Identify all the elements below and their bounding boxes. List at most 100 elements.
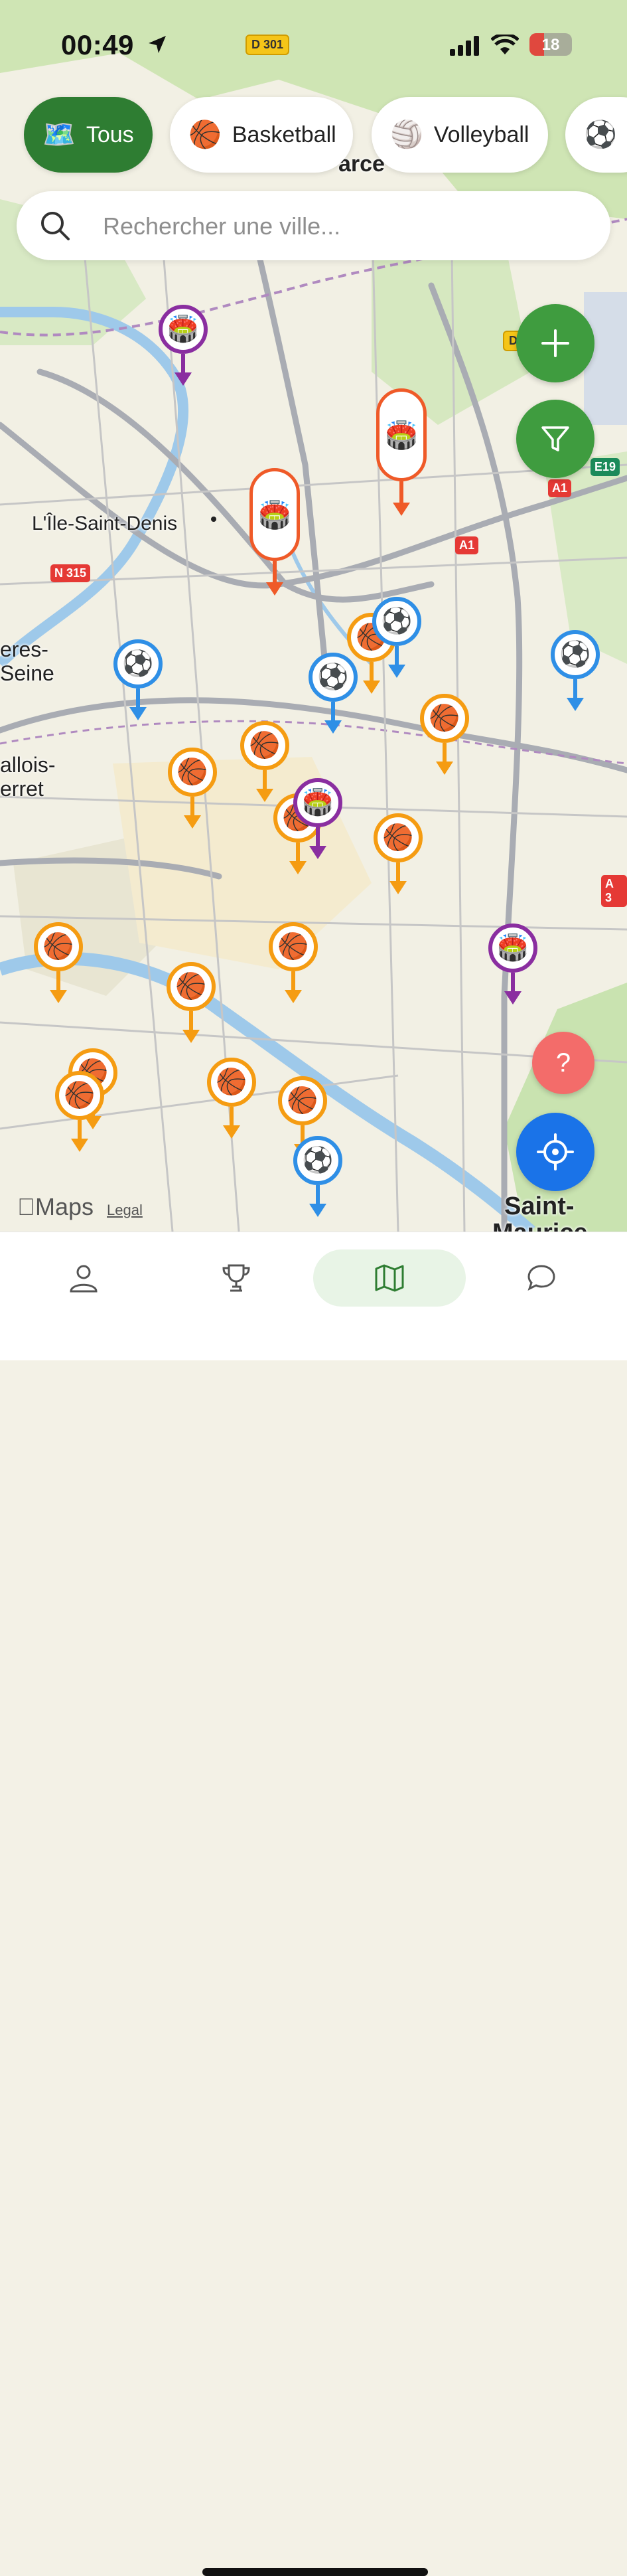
add-icon [541,329,569,357]
pin-badge: 🏀 [167,962,216,1011]
road-shield-a1: A1 [548,479,572,497]
maps-attribution: Maps Legal [17,1193,143,1221]
legal-link[interactable]: Legal [107,1202,143,1218]
pin-arrow-icon [174,372,192,386]
road-shield-n315: N 315 [50,564,91,582]
place-label-asnieres-2: Seine [0,661,54,685]
place-label-saint-maurice-1: Saint- [504,1192,575,1220]
city-search-bar [17,191,610,260]
pin-badge: ⚽ [293,1136,342,1185]
pin-badge: 🏀 [55,1071,104,1120]
filter-chip-basketball[interactable]: 🏀 Basketball [170,97,353,173]
filter-chip-label: Tous [86,121,134,147]
map-background [0,0,627,1232]
status-bar: 00:49 D 301 18 [0,0,627,93]
wifi-icon [491,35,519,54]
locate-icon [537,1133,574,1170]
place-label-levallois-2: erret [0,777,44,801]
pin-arrow-icon [393,503,410,516]
map-icon [375,1264,404,1292]
pin-badge: 🏀 [269,922,318,971]
tab-profile[interactable] [44,1249,123,1307]
tab-map[interactable] [313,1249,466,1307]
pin-arrow-icon [182,1030,200,1043]
stadium-icon: 🏟️ [376,388,427,481]
pin-badge: 🏀 [278,1076,327,1125]
pin-arrow-icon [223,1125,240,1139]
pin-arrow-icon [309,846,326,859]
pin-arrow-icon [184,815,201,829]
road-shield-a3: A 3 [601,875,627,907]
pin-arrow-icon [324,720,342,734]
pin-arrow-icon [50,990,67,1003]
map-view[interactable]: L'Île-Saint-Denis eres- Seine allois- er… [0,0,627,1232]
location-arrow-icon [149,36,166,53]
sport-filter-chips: 🗺️ Tous 🏀 Basketball 🏐 Volleyball ⚽ [0,93,627,179]
battery-level: 18 [541,36,560,54]
stadium-icon: 🏟️ [249,468,300,561]
profile-icon [70,1265,98,1293]
chat-icon [527,1265,555,1291]
pin-arrow-icon [71,1139,88,1152]
pin-badge: 🏀 [207,1058,256,1107]
pin-arrow-icon [129,707,147,720]
apple-icon:  [17,1193,35,1220]
road-shield-a1: A1 [455,536,479,554]
tab-chat[interactable] [502,1249,581,1307]
pin-arrow-icon [266,582,283,596]
filter-chip-label: Basketball [232,121,336,147]
pin-arrow-icon [285,990,302,1003]
pin-badge: 🏟️ [159,305,208,354]
place-label-asnieres-1: eres- [0,637,48,661]
volleyball-icon: 🏐 [390,120,423,149]
pin-badge: 🏀 [168,748,217,797]
pin-arrow-icon [309,1204,326,1217]
filter-chip-volleyball[interactable]: 🏐 Volleyball [372,97,548,173]
pin-badge: 🏀 [374,813,423,862]
pin-arrow-icon [289,861,307,874]
pin-arrow-icon [256,789,273,802]
place-dot [211,517,216,522]
bottom-tab-bar [0,1232,627,2576]
filter-chip-label: Volleyball [433,121,529,147]
trophy-icon [222,1264,250,1292]
pin-badge: ⚽ [372,597,421,646]
search-icon [41,212,70,240]
filter-icon [541,426,569,451]
maps-label: Maps [17,1193,94,1220]
basketball-icon: 🏀 [188,120,222,149]
map-emoji-icon: 🗺️ [42,120,76,149]
tab-trophy[interactable] [196,1249,276,1307]
locate-me-button[interactable] [516,1113,594,1191]
pin-arrow-icon [363,681,380,694]
status-time: 00:49 [61,29,134,60]
pin-badge: 🏟️ [293,778,342,827]
cellular-signal-icon [450,36,479,56]
pin-badge: 🏟️ [488,924,537,973]
place-label-saint-maurice-2: Maurice [492,1219,588,1232]
filter-button[interactable] [516,400,594,478]
pin-arrow-icon [504,991,522,1005]
battery-indicator: 18 [529,33,572,56]
city-search-input[interactable] [102,204,595,248]
place-label-ile-saint-denis: L'Île-Saint-Denis [32,513,178,534]
pin-badge: ⚽ [551,630,600,679]
pin-arrow-icon [567,698,584,711]
pin-badge: ⚽ [113,639,163,688]
pin-badge: 🏀 [34,922,83,971]
help-button[interactable]: ? [532,1032,594,1094]
road-shield-e19: E19 [591,458,620,476]
football-icon: ⚽ [584,120,617,149]
place-label-levallois-1: allois- [0,753,56,777]
road-shield-d301: D 301 [245,35,290,55]
pin-badge: 🏀 [420,694,469,743]
pin-badge: ⚽ [309,653,358,702]
filter-chip-all[interactable]: 🗺️ Tous [24,97,153,173]
add-button[interactable] [516,304,594,382]
filter-chip-football[interactable]: ⚽ [565,97,627,173]
home-indicator [202,2568,428,2576]
pin-arrow-icon [389,881,407,894]
pin-arrow-icon [388,665,405,678]
pin-badge: 🏀 [240,721,289,770]
pin-arrow-icon [436,762,453,775]
